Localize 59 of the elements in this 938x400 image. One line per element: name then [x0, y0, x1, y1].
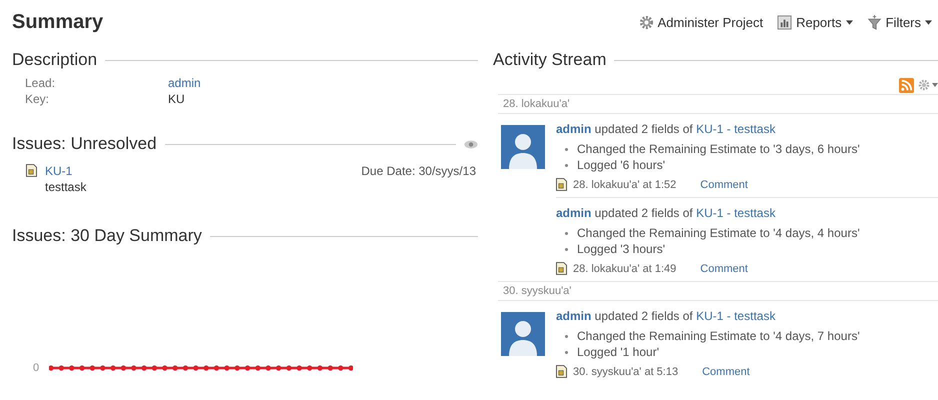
toolbar-button[interactable]: Reports: [777, 14, 853, 30]
bullet-icon: [565, 148, 568, 150]
toolbar-button[interactable]: Filters: [866, 14, 932, 30]
date-header: 30. syyskuu'a': [498, 281, 938, 301]
task-icon: [556, 365, 567, 378]
page-title: Summary: [12, 10, 104, 34]
funnel-icon: [866, 14, 882, 30]
toolbar-button[interactable]: Administer Project: [638, 14, 764, 30]
field-label: Key:: [25, 92, 50, 106]
due-date: Due Date: 30/syys/13: [361, 164, 477, 180]
axis-tick-label: 0: [33, 362, 40, 374]
avatar-icon: [501, 125, 545, 169]
issue-link[interactable]: KU-1 - testtask: [696, 122, 776, 136]
change-item: Logged '1 hour': [577, 344, 659, 360]
timestamp: 30. syyskuu'a' at 5:13: [573, 366, 678, 378]
user-link[interactable]: admin: [556, 206, 592, 220]
rss-icon[interactable]: [899, 78, 914, 92]
avatar-icon: [501, 312, 545, 356]
issue-link[interactable]: KU-1 - testtask: [696, 206, 776, 220]
field-value: KU: [168, 92, 186, 106]
user-link[interactable]: admin: [556, 122, 592, 136]
section-heading: Description: [12, 50, 98, 70]
section-heading: Issues: 30 Day Summary: [12, 226, 202, 246]
bullet-icon: [565, 350, 568, 354]
bullet-icon: [565, 232, 568, 234]
change-item: Changed the Remaining Estimate to '3 days, 6 hours': [577, 141, 860, 157]
bullet-icon: [565, 334, 568, 338]
field-link[interactable]: admin: [168, 76, 478, 90]
comment-link[interactable]: Comment: [700, 178, 748, 190]
comment-link[interactable]: Comment: [700, 262, 748, 274]
user-link[interactable]: admin: [556, 309, 592, 323]
activity-title: admin updated 2 fields of KU-1 - testtask: [556, 309, 776, 323]
change-item: Changed the Remaining Estimate to '4 days, 7 hours': [577, 328, 860, 344]
task-icon: [556, 178, 567, 191]
timestamp: 28. lokakuu'a' at 1:49: [573, 262, 676, 274]
timestamp: 28. lokakuu'a' at 1:52: [573, 178, 676, 190]
comment-link[interactable]: Comment: [702, 366, 750, 378]
caret-icon: [846, 20, 853, 24]
section-heading: Issues: Unresolved: [12, 134, 157, 154]
change-item: Logged '6 hours': [577, 157, 665, 173]
field-label: Lead:: [25, 76, 56, 90]
settings-icon[interactable]: [918, 79, 938, 91]
issue-link[interactable]: KU-1: [45, 164, 354, 178]
activity-title: admin updated 2 fields of KU-1 - testtask: [556, 122, 776, 136]
change-item: Logged '3 hours': [577, 241, 665, 257]
caret-icon: [925, 20, 932, 24]
task-icon: [26, 164, 37, 177]
bullet-icon: [565, 248, 568, 250]
section-heading: Activity Stream: [493, 50, 606, 70]
issue-link[interactable]: KU-1 - testtask: [696, 309, 776, 323]
gear-icon: [638, 14, 654, 30]
date-header: 28. lokakuu'a': [498, 94, 938, 114]
issue-summary: testtask: [45, 180, 88, 194]
bullet-icon: [565, 164, 568, 166]
change-item: Changed the Remaining Estimate to '4 days, 4 hours': [577, 225, 860, 241]
activity-title: admin updated 2 fields of KU-1 - testtask: [556, 206, 776, 220]
bar-chart-icon: [777, 14, 792, 30]
task-icon: [556, 262, 567, 275]
eye-icon[interactable]: [464, 140, 478, 148]
